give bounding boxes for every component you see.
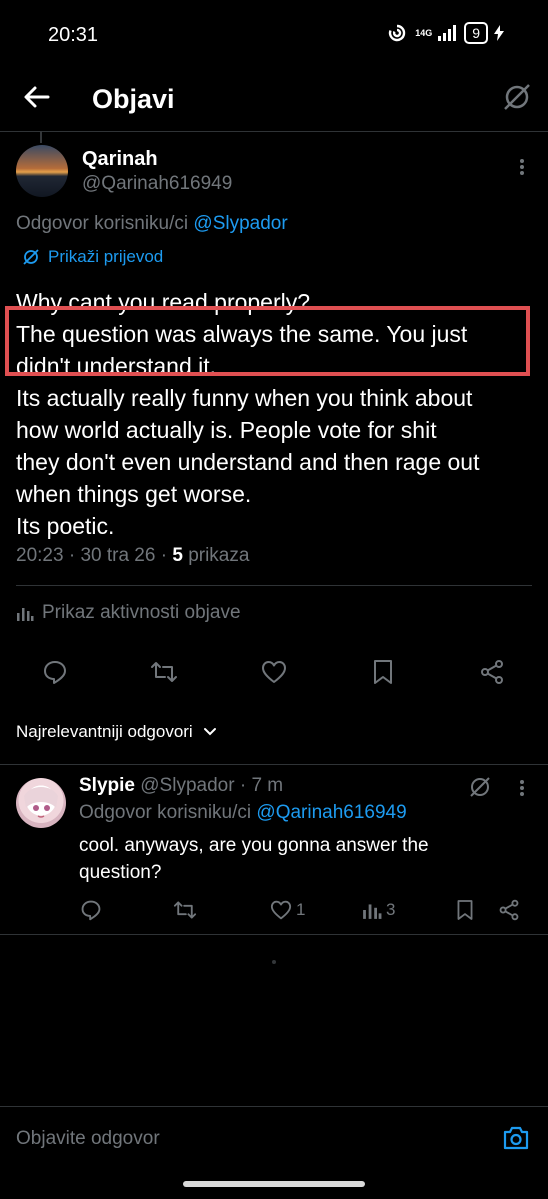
reply-views-count: 3 bbox=[386, 900, 396, 919]
reply-line: cool. anyways, are you gonna answer the bbox=[79, 835, 429, 856]
camera-icon bbox=[503, 1126, 529, 1150]
more-icon bbox=[520, 159, 524, 175]
signal-icon bbox=[438, 25, 457, 41]
reply-author-handle[interactable]: @Slypador bbox=[140, 775, 234, 796]
reply-line: question? bbox=[79, 862, 162, 883]
show-translation-link[interactable]: Prikaži prijevod bbox=[22, 247, 163, 267]
translate-icon bbox=[504, 84, 530, 110]
reply-avatar[interactable] bbox=[16, 778, 66, 828]
reply-author-name[interactable]: Slypie bbox=[79, 775, 135, 796]
like-icon bbox=[270, 900, 292, 920]
post-line: Its actually really funny when you think… bbox=[16, 385, 473, 411]
views-count: 5 bbox=[172, 545, 183, 566]
more-button[interactable] bbox=[512, 157, 532, 177]
reply-share-button[interactable] bbox=[498, 892, 520, 928]
reply-age: 7 m bbox=[251, 775, 284, 796]
reply-retweet-button[interactable] bbox=[173, 892, 197, 928]
views-label: prikaza bbox=[188, 545, 250, 566]
highlight-box bbox=[5, 306, 530, 376]
bookmark-icon bbox=[457, 900, 473, 920]
post-date: 30 tra 26 bbox=[80, 545, 156, 566]
like-button[interactable] bbox=[254, 652, 294, 692]
compose-divider bbox=[0, 1106, 548, 1107]
status-icons: 14G 9 bbox=[385, 22, 504, 44]
translate-icon bbox=[23, 249, 39, 265]
status-time: 20:31 bbox=[48, 24, 99, 46]
header-divider bbox=[0, 131, 548, 132]
reply-icon bbox=[44, 661, 66, 684]
reply-context: Odgovor korisniku/ci @Qarinah616949 bbox=[79, 802, 407, 824]
thread-line bbox=[40, 131, 42, 143]
share-button[interactable] bbox=[472, 652, 512, 692]
post-line: when things get worse. bbox=[16, 481, 252, 507]
more-icon bbox=[520, 780, 524, 796]
post-meta: 20:23 · 30 tra 26 · 5 prikaza bbox=[16, 545, 250, 566]
reply-reply-button[interactable] bbox=[80, 892, 102, 928]
divider bbox=[0, 764, 548, 765]
post-line: Its poetic. bbox=[16, 513, 115, 539]
reply-actions: 1 3 bbox=[0, 892, 548, 928]
chart-icon bbox=[17, 608, 34, 621]
sort-label: Najrelevantniji odgovori bbox=[16, 722, 193, 741]
home-indicator[interactable] bbox=[183, 1181, 365, 1187]
post-time: 20:23 bbox=[16, 545, 64, 566]
post-line: how world actually is. People vote for s… bbox=[16, 417, 437, 443]
translate-icon bbox=[470, 777, 490, 797]
avatar[interactable] bbox=[16, 145, 68, 197]
chevron-down-icon bbox=[203, 728, 216, 736]
reply-context: Odgovor korisniku/ci @Slypador bbox=[16, 213, 288, 235]
activity-label: Prikaz aktivnosti objave bbox=[42, 602, 241, 623]
reply-like-count: 1 bbox=[296, 900, 306, 919]
charging-icon bbox=[494, 25, 504, 41]
avatar-art bbox=[24, 787, 58, 818]
retweet-icon bbox=[151, 662, 177, 682]
post-activity-link[interactable]: Prikaz aktivnosti objave bbox=[16, 602, 241, 624]
post-actions bbox=[0, 652, 548, 692]
reply-more-button[interactable] bbox=[512, 778, 532, 798]
reply-translate-button[interactable] bbox=[468, 775, 492, 799]
like-icon bbox=[262, 661, 286, 683]
back-button[interactable] bbox=[22, 82, 52, 112]
reply-bookmark-button[interactable] bbox=[456, 892, 474, 928]
reply-input[interactable]: Objavite odgovor bbox=[16, 1128, 160, 1150]
share-icon bbox=[481, 660, 503, 684]
retweet-button[interactable] bbox=[144, 652, 184, 692]
divider bbox=[16, 585, 532, 586]
author-name[interactable]: Qarinah bbox=[82, 148, 158, 171]
reply-to-link[interactable]: @Qarinah616949 bbox=[256, 802, 406, 823]
reply-to-link[interactable]: @Slypador bbox=[193, 213, 287, 234]
reply-prefix: Odgovor korisniku/ci bbox=[79, 802, 252, 823]
author-handle[interactable]: @Qarinah616949 bbox=[82, 173, 232, 195]
bookmark-icon bbox=[374, 660, 392, 684]
reply-header: Slypie @Slypador · 7 m bbox=[79, 775, 284, 796]
hotspot-icon bbox=[389, 24, 406, 42]
show-translation-label: Prikaži prijevod bbox=[48, 247, 164, 266]
reply-icon bbox=[81, 900, 101, 921]
battery-level: 9 bbox=[464, 22, 488, 44]
divider bbox=[0, 934, 548, 935]
post-line: they don't even understand and then rage… bbox=[16, 449, 480, 475]
translate-button[interactable] bbox=[502, 82, 532, 112]
reply-text: cool. anyways, are you gonna answer the … bbox=[79, 832, 499, 886]
camera-button[interactable] bbox=[502, 1125, 530, 1151]
share-icon bbox=[499, 899, 519, 921]
loading-dot bbox=[272, 960, 276, 964]
retweet-icon bbox=[173, 901, 197, 919]
back-arrow-icon bbox=[24, 86, 50, 108]
chart-icon bbox=[363, 904, 382, 919]
network-label: 14G bbox=[415, 28, 433, 38]
sort-dropdown[interactable]: Najrelevantniji odgovori bbox=[16, 722, 217, 742]
page-title: Objavi bbox=[92, 84, 175, 114]
reply-views-button[interactable]: 3 bbox=[362, 892, 395, 928]
bookmark-button[interactable] bbox=[363, 652, 403, 692]
reply-like-button[interactable]: 1 bbox=[270, 892, 305, 928]
reply-button[interactable] bbox=[35, 652, 75, 692]
reply-prefix: Odgovor korisniku/ci bbox=[16, 213, 189, 234]
